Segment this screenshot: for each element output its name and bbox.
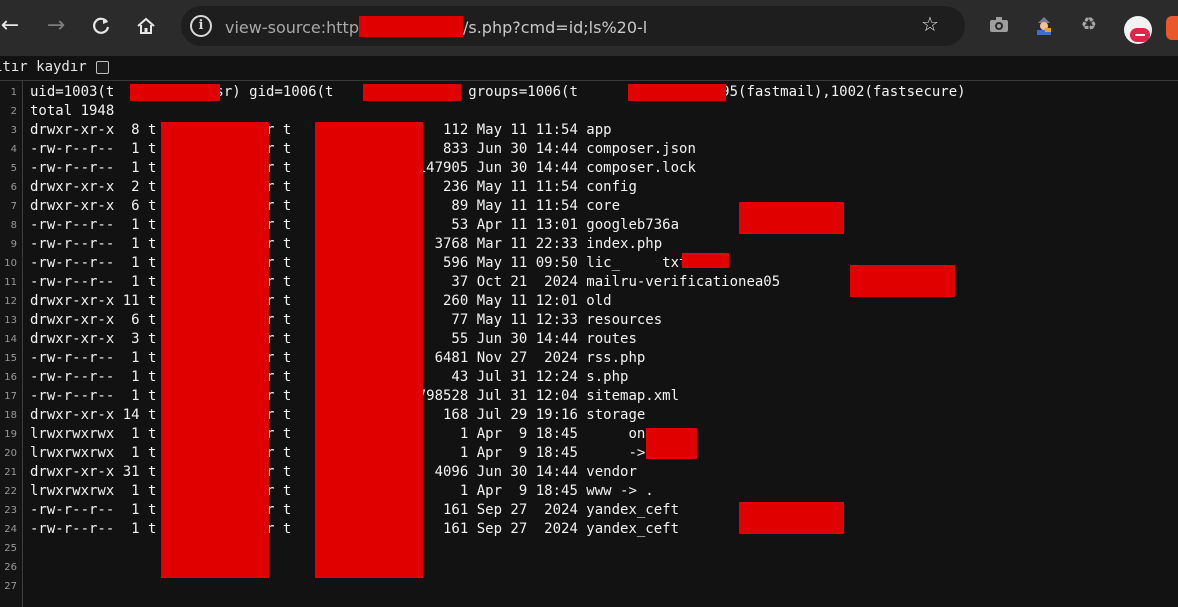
redaction-box — [315, 122, 423, 578]
line-wrap-bar: ıtır kaydır — [0, 56, 1178, 81]
spy-extension-icon[interactable] — [1033, 14, 1055, 36]
line-number: 3 — [10, 125, 17, 136]
line-number: 5 — [10, 163, 17, 174]
line-number: 15 — [4, 353, 17, 364]
line-number: 25 — [4, 543, 17, 554]
redaction-box — [646, 428, 697, 459]
line-number: 7 — [10, 201, 17, 212]
line-number-gutter: 1 2 3 4 5 6 7 8 9 10 11 12 13 14 15 16 17 18 19 20 21 22 23 24 2… — [0, 81, 23, 607]
line-number: 4 — [10, 144, 17, 155]
redaction-box — [739, 502, 844, 534]
redaction-box — [161, 122, 269, 578]
redaction-box — [363, 84, 461, 101]
blocked-badge-icon — [1130, 28, 1150, 42]
line-number: 18 — [4, 410, 17, 421]
profile-avatar-icon[interactable] — [1124, 16, 1152, 44]
url-path: /s.php?cmd=id;ls%20-l — [462, 18, 648, 37]
line-number: 26 — [4, 562, 17, 573]
url-text[interactable]: view-source:http/s.php?cmd=id;ls%20-l — [225, 16, 647, 37]
line-number: 10 — [4, 258, 17, 269]
redaction-box — [739, 202, 844, 234]
line-number: 13 — [4, 315, 17, 326]
line-number: 12 — [4, 296, 17, 307]
redaction-box — [628, 84, 726, 101]
line-number: 16 — [4, 372, 17, 383]
line-number: 17 — [4, 391, 17, 402]
address-bar[interactable]: i view-source:http/s.php?cmd=id;ls%20-l … — [181, 6, 965, 46]
line-number: 27 — [4, 581, 17, 592]
url-redaction — [358, 16, 463, 37]
line-number: 20 — [4, 448, 17, 459]
line-number: 23 — [4, 505, 17, 516]
redaction-box — [130, 84, 220, 101]
line-wrap-label: ıtır kaydır — [0, 59, 87, 75]
redaction-box — [850, 265, 955, 297]
line-number: 19 — [4, 429, 17, 440]
line-wrap-checkbox[interactable] — [96, 61, 109, 74]
line-number: 21 — [4, 467, 17, 478]
recycle-extension-icon[interactable]: ♻ — [1078, 14, 1100, 36]
line-number: 8 — [10, 220, 17, 231]
source-code-view: uid=1003(t _usr) gid=1006(t _usr) groups… — [30, 81, 1170, 607]
line-number: 1 — [10, 87, 17, 98]
home-icon[interactable] — [128, 8, 164, 44]
line-number: 22 — [4, 486, 17, 497]
redaction-box — [682, 253, 729, 268]
line-number: 11 — [4, 277, 17, 288]
line-number: 9 — [10, 239, 17, 250]
bookmark-star-icon[interactable]: ☆ — [921, 12, 939, 36]
line-number: 2 — [10, 106, 17, 117]
line-number: 6 — [10, 182, 17, 193]
fox-extension-icon[interactable] — [1166, 16, 1178, 40]
camera-extension-icon[interactable] — [988, 14, 1010, 36]
url-scheme-host: view-source:http — [225, 18, 359, 37]
line-number: 24 — [4, 524, 17, 535]
browser-toolbar: ← → i view-source:http/s.php?cmd=id;ls%2… — [0, 0, 1178, 56]
source-line: total 1948 — [30, 103, 115, 119]
line-number: 14 — [4, 334, 17, 345]
site-info-icon[interactable]: i — [190, 15, 212, 37]
back-arrow-icon[interactable]: ← — [0, 8, 28, 44]
reload-icon[interactable] — [83, 8, 119, 44]
forward-arrow-icon[interactable]: → — [38, 8, 74, 44]
